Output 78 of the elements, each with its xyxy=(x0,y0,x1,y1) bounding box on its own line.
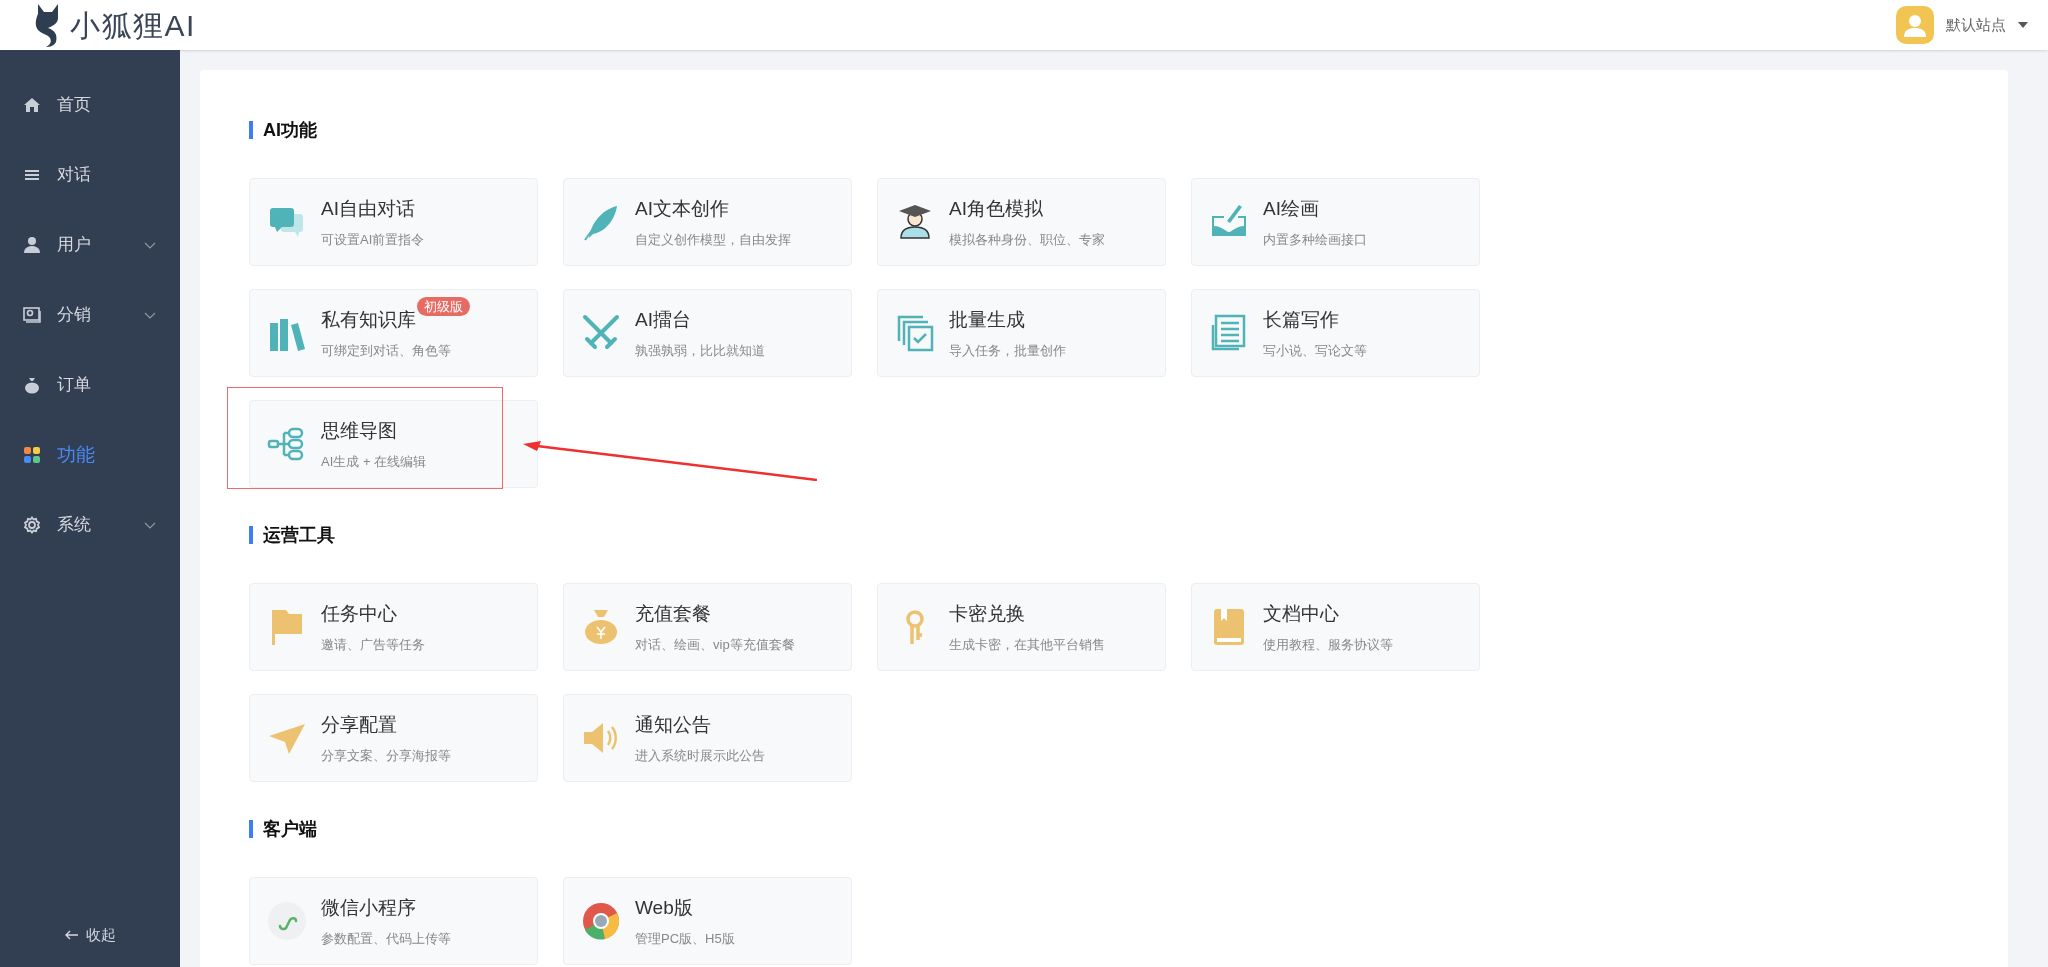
feature-card[interactable]: AI角色模拟 模拟各种身份、职位、专家 xyxy=(877,178,1166,266)
card-description: 可绑定到对话、角色等 xyxy=(321,342,451,360)
sidebar-item[interactable]: 首页 xyxy=(0,70,180,140)
feature-card[interactable]: Web版 管理PC版、H5版 xyxy=(563,877,852,965)
section-title: 客户端 xyxy=(263,817,317,841)
feature-card[interactable]: 思维导图 AI生成 + 在线编辑 xyxy=(249,400,538,488)
card-title: 思维导图 xyxy=(321,418,397,443)
card-description: 进入系统时展示此公告 xyxy=(635,747,765,765)
money-bag-icon xyxy=(23,376,41,394)
caret-icon xyxy=(2018,22,2028,28)
feature-card[interactable]: 充值套餐 对话、绘画、vip等充值套餐 xyxy=(563,583,852,671)
section-marker xyxy=(249,526,253,544)
card-title: AI文本创作 xyxy=(635,196,729,221)
feature-card[interactable]: 卡密兑换 生成卡密，在其他平台销售 xyxy=(877,583,1166,671)
sidebar-item[interactable]: 订单 xyxy=(0,350,180,420)
site-switcher[interactable]: 默认站点 xyxy=(1896,6,2028,44)
sidebar-item[interactable]: 用户 xyxy=(0,210,180,280)
card-title: 卡密兑换 xyxy=(949,601,1025,626)
browser-icon xyxy=(581,901,621,941)
card-description: 可设置AI前置指令 xyxy=(321,231,425,249)
card-title: Web版 xyxy=(635,895,693,920)
sidebar-item[interactable]: 系统 xyxy=(0,490,180,560)
card-description: 导入任务，批量创作 xyxy=(949,342,1066,360)
feature-card[interactable]: 分享配置 分享文案、分享海报等 xyxy=(249,694,538,782)
card-description: 写小说、写论文等 xyxy=(1263,342,1367,360)
card-title: AI自由对话 xyxy=(321,196,415,221)
card-description: 邀请、广告等任务 xyxy=(321,636,425,654)
card-title: 文档中心 xyxy=(1263,601,1339,626)
stacked-pages-icon xyxy=(895,313,935,353)
card-description: AI生成 + 在线编辑 xyxy=(321,453,427,471)
apps-icon xyxy=(23,446,41,464)
section-marker xyxy=(249,820,253,838)
card-description: 生成卡密，在其他平台销售 xyxy=(949,636,1105,654)
card-title: 长篇写作 xyxy=(1263,307,1339,332)
photo-frame-icon xyxy=(23,306,41,324)
card-title: AI绘画 xyxy=(1263,196,1319,221)
section-title: AI功能 xyxy=(263,118,317,142)
section-marker xyxy=(249,121,253,139)
card-title: AI擂台 xyxy=(635,307,691,332)
feature-card[interactable]: AI绘画 内置多种绘画接口 xyxy=(1191,178,1480,266)
sidebar-item[interactable]: 分销 xyxy=(0,280,180,350)
feature-card[interactable]: 任务中心 邀请、广告等任务 xyxy=(249,583,538,671)
card-title: 微信小程序 xyxy=(321,895,416,920)
card-description: 分享文案、分享海报等 xyxy=(321,747,451,765)
feature-card[interactable]: 微信小程序 参数配置、代码上传等 xyxy=(249,877,538,965)
card-description: 使用教程、服务协议等 xyxy=(1263,636,1393,654)
badge: 初级版 xyxy=(417,297,470,316)
card-title: 批量生成 xyxy=(949,307,1025,332)
card-title: 分享配置 xyxy=(321,712,397,737)
logo-text: 小狐狸AI xyxy=(70,7,196,44)
user-icon xyxy=(23,236,41,254)
home-icon xyxy=(23,96,41,114)
card-title: 充值套餐 xyxy=(635,601,711,626)
card-title: 通知公告 xyxy=(635,712,711,737)
card-description: 管理PC版、H5版 xyxy=(635,930,735,948)
feature-card[interactable]: AI擂台 孰强孰弱，比比就知道 xyxy=(563,289,852,377)
card-title: AI角色模拟 xyxy=(949,196,1043,221)
feature-card[interactable]: 批量生成 导入任务，批量创作 xyxy=(877,289,1166,377)
section-title: 运营工具 xyxy=(263,523,335,547)
sidebar-item[interactable]: 对话 xyxy=(0,140,180,210)
card-description: 孰强孰弱，比比就知道 xyxy=(635,342,765,360)
feature-card[interactable]: 长篇写作 写小说、写论文等 xyxy=(1191,289,1480,377)
feature-card[interactable]: 通知公告 进入系统时展示此公告 xyxy=(563,694,852,782)
card-description: 参数配置、代码上传等 xyxy=(321,930,451,948)
card-title: 私有知识库 xyxy=(321,307,416,332)
card-description: 内置多种绘画接口 xyxy=(1263,231,1367,249)
avatar-icon xyxy=(1896,6,1934,44)
collapse-button[interactable]: 收起 xyxy=(0,905,180,965)
card-description: 自定义创作模型，自由发挥 xyxy=(635,231,791,249)
settings-icon xyxy=(23,516,41,534)
card-description: 对话、绘画、vip等充值套餐 xyxy=(635,636,795,654)
card-title: 任务中心 xyxy=(321,601,397,626)
feature-card[interactable]: AI文本创作 自定义创作模型，自由发挥 xyxy=(563,178,852,266)
link-icon xyxy=(267,901,307,941)
feature-card[interactable]: 文档中心 使用教程、服务协议等 xyxy=(1191,583,1480,671)
arrow-left-icon xyxy=(64,930,78,940)
card-description: 模拟各种身份、职位、专家 xyxy=(949,231,1105,249)
feature-card[interactable]: AI自由对话 可设置AI前置指令 xyxy=(249,178,538,266)
